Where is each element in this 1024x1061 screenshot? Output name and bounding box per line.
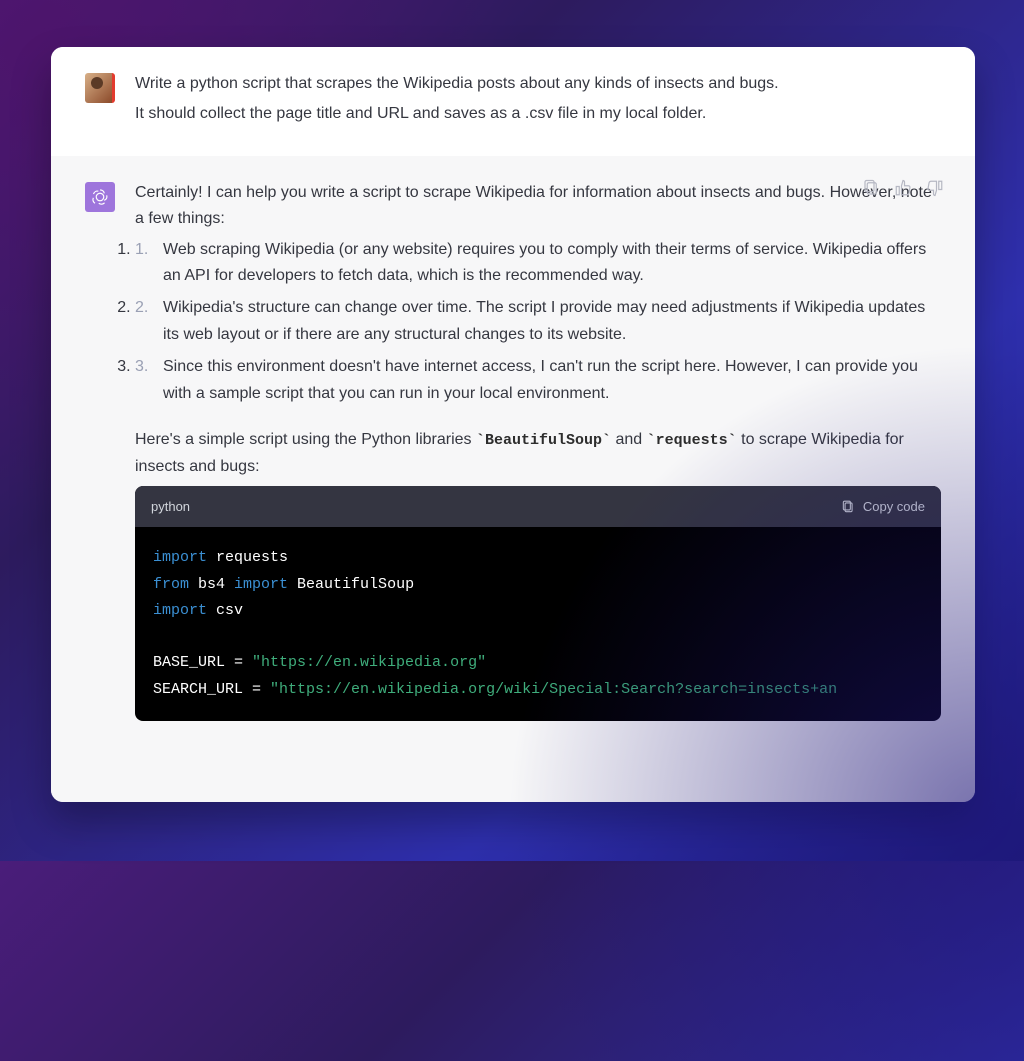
thumbs-down-icon: [926, 179, 944, 197]
code-token: import: [153, 549, 207, 566]
assistant-intro: Certainly! I can help you write a script…: [135, 180, 941, 233]
assistant-avatar: [85, 182, 115, 212]
clipboard-icon: [841, 500, 855, 514]
text-span: Here's a simple script using the Python …: [135, 431, 476, 448]
assistant-after-notes: Here's a simple script using the Python …: [135, 427, 941, 480]
message-actions: [861, 178, 945, 198]
code-token: import: [234, 576, 288, 593]
openai-logo-icon: [90, 187, 110, 207]
user-text-line: It should collect the page title and URL…: [135, 101, 941, 127]
clipboard-icon: [862, 179, 880, 197]
list-item: Web scraping Wikipedia (or any website) …: [135, 237, 941, 290]
code-token: import: [153, 602, 207, 619]
user-text-line: Write a python script that scrapes the W…: [135, 71, 941, 97]
code-header: python Copy code: [135, 486, 941, 527]
code-content[interactable]: import requests from bs4 import Beautifu…: [135, 527, 941, 721]
inline-code: requests: [647, 432, 737, 449]
code-token: BeautifulSoup: [288, 576, 414, 593]
code-token: csv: [207, 602, 243, 619]
chat-card: Write a python script that scrapes the W…: [51, 47, 975, 802]
thumbs-up-button[interactable]: [893, 178, 913, 198]
copy-code-label: Copy code: [863, 496, 925, 517]
assistant-notes-list: Web scraping Wikipedia (or any website) …: [135, 237, 941, 407]
assistant-message-content: Certainly! I can help you write a script…: [135, 180, 941, 778]
code-token: "https://en.wikipedia.org/wiki/Special:S…: [270, 681, 837, 698]
user-message: Write a python script that scrapes the W…: [51, 47, 975, 156]
code-token: bs4: [189, 576, 234, 593]
text-span: and: [611, 431, 647, 448]
code-token: from: [153, 576, 189, 593]
thumbs-up-icon: [894, 179, 912, 197]
user-avatar: [85, 73, 115, 103]
code-token: "https://en.wikipedia.org": [252, 654, 486, 671]
user-message-content: Write a python script that scrapes the W…: [135, 71, 941, 132]
code-language-label: python: [151, 496, 190, 517]
code-token: SEARCH_URL =: [153, 681, 270, 698]
code-block: python Copy code import requests from bs…: [135, 486, 941, 721]
copy-code-button[interactable]: Copy code: [841, 496, 925, 517]
copy-message-button[interactable]: [861, 178, 881, 198]
list-item: Wikipedia's structure can change over ti…: [135, 295, 941, 348]
code-token: BASE_URL =: [153, 654, 252, 671]
inline-code: BeautifulSoup: [476, 432, 611, 449]
list-item: Since this environment doesn't have inte…: [135, 354, 941, 407]
code-token: requests: [207, 549, 288, 566]
assistant-message: Certainly! I can help you write a script…: [51, 156, 975, 802]
thumbs-down-button[interactable]: [925, 178, 945, 198]
